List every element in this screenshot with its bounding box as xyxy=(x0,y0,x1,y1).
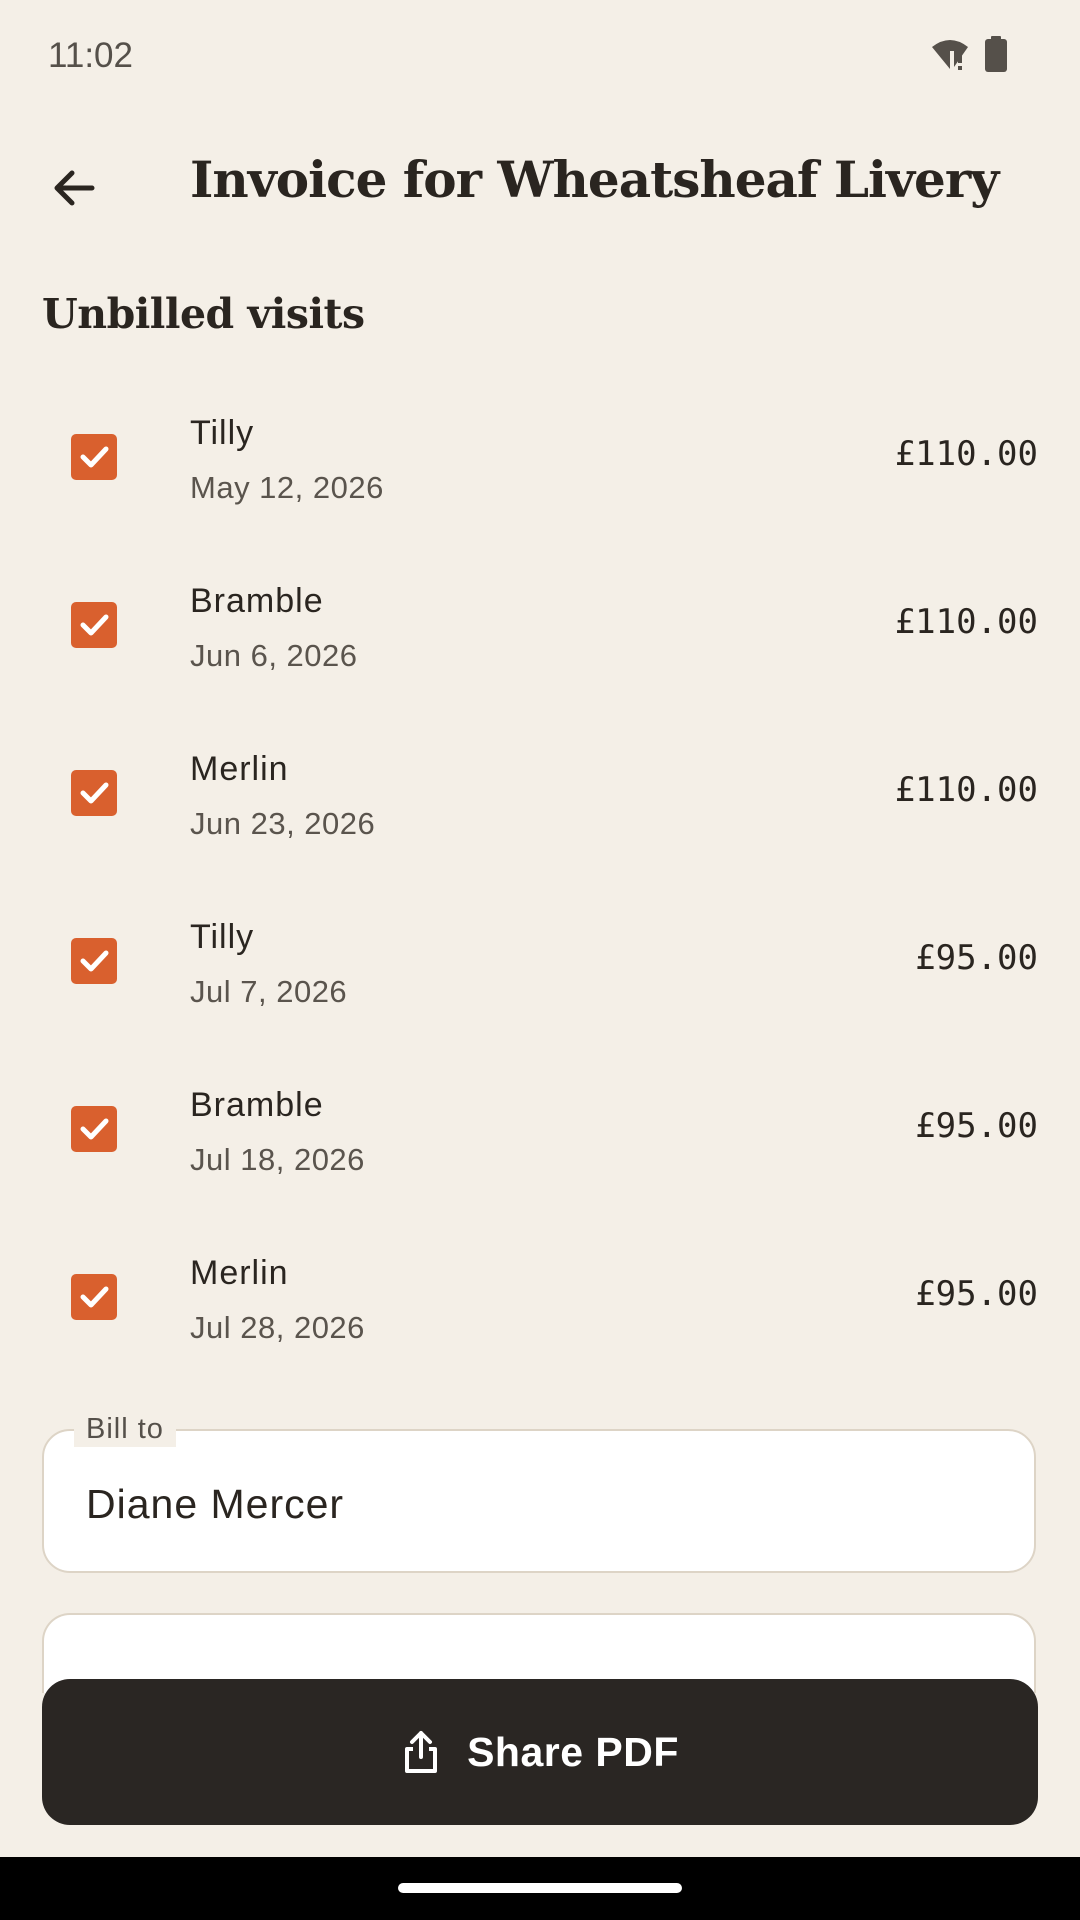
wifi-alert-icon xyxy=(930,37,970,76)
visit-checkbox[interactable] xyxy=(71,938,117,984)
visit-amount: £110.00 xyxy=(894,770,1038,810)
share-pdf-label: Share PDF xyxy=(467,1728,679,1775)
visit-amount: £95.00 xyxy=(915,938,1038,978)
visit-horse-name: Bramble xyxy=(190,582,324,620)
home-indicator[interactable] xyxy=(398,1883,682,1893)
visit-date: Jun 23, 2026 xyxy=(190,806,376,841)
visit-checkbox[interactable] xyxy=(71,770,117,816)
status-time: 11:02 xyxy=(48,36,133,75)
top-app-bar: Invoice for Wheatsheaf Livery xyxy=(0,130,1080,240)
check-icon xyxy=(80,446,109,468)
status-icons xyxy=(930,36,1008,77)
visit-row[interactable]: Merlin Jun 23, 2026 £110.00 xyxy=(0,710,1080,878)
check-icon xyxy=(80,782,109,804)
visit-list: Tilly May 12, 2026 £110.00 Bramble Jun 6… xyxy=(0,374,1080,1382)
visit-horse-name: Tilly xyxy=(190,918,255,956)
visit-date: Jul 7, 2026 xyxy=(190,974,348,1009)
battery-icon xyxy=(984,36,1008,77)
visit-checkbox[interactable] xyxy=(71,1274,117,1320)
system-nav-bar xyxy=(0,1857,1080,1920)
visit-row[interactable]: Bramble Jun 6, 2026 £110.00 xyxy=(0,542,1080,710)
check-icon xyxy=(80,614,109,636)
visit-date: Jun 6, 2026 xyxy=(190,638,358,673)
page-title: Invoice for Wheatsheaf Livery xyxy=(190,150,999,209)
visit-amount: £110.00 xyxy=(894,602,1038,642)
bill-to-label: Bill to xyxy=(74,1411,176,1447)
visit-amount: £110.00 xyxy=(894,434,1038,474)
visit-amount: £95.00 xyxy=(915,1106,1038,1146)
status-bar: 11:02 xyxy=(0,0,1080,110)
bill-to-value[interactable]: Diane Mercer xyxy=(86,1481,344,1528)
bill-to-field[interactable]: Bill to Diane Mercer xyxy=(42,1411,1036,1573)
visit-checkbox[interactable] xyxy=(71,434,117,480)
visit-row[interactable]: Tilly Jul 7, 2026 £95.00 xyxy=(0,878,1080,1046)
visit-amount: £95.00 xyxy=(915,1274,1038,1314)
check-icon xyxy=(80,1118,109,1140)
visit-horse-name: Bramble xyxy=(190,1086,324,1124)
check-icon xyxy=(80,1286,109,1308)
visit-row[interactable]: Tilly May 12, 2026 £110.00 xyxy=(0,374,1080,542)
visit-horse-name: Merlin xyxy=(190,1254,289,1292)
visit-checkbox[interactable] xyxy=(71,602,117,648)
visit-horse-name: Tilly xyxy=(190,414,255,452)
visit-row[interactable]: Bramble Jul 18, 2026 £95.00 xyxy=(0,1046,1080,1214)
section-heading: Unbilled visits xyxy=(42,290,365,338)
visit-checkbox[interactable] xyxy=(71,1106,117,1152)
visit-date: May 12, 2026 xyxy=(190,470,384,505)
visit-date: Jul 28, 2026 xyxy=(190,1310,365,1345)
share-icon xyxy=(405,1731,438,1773)
share-pdf-button[interactable]: Share PDF xyxy=(42,1679,1038,1825)
visit-row[interactable]: Merlin Jul 28, 2026 £95.00 xyxy=(0,1214,1080,1382)
visit-date: Jul 18, 2026 xyxy=(190,1142,365,1177)
arrow-left-icon xyxy=(54,170,95,206)
visit-horse-name: Merlin xyxy=(190,750,289,788)
check-icon xyxy=(80,950,109,972)
back-button[interactable] xyxy=(38,152,110,224)
